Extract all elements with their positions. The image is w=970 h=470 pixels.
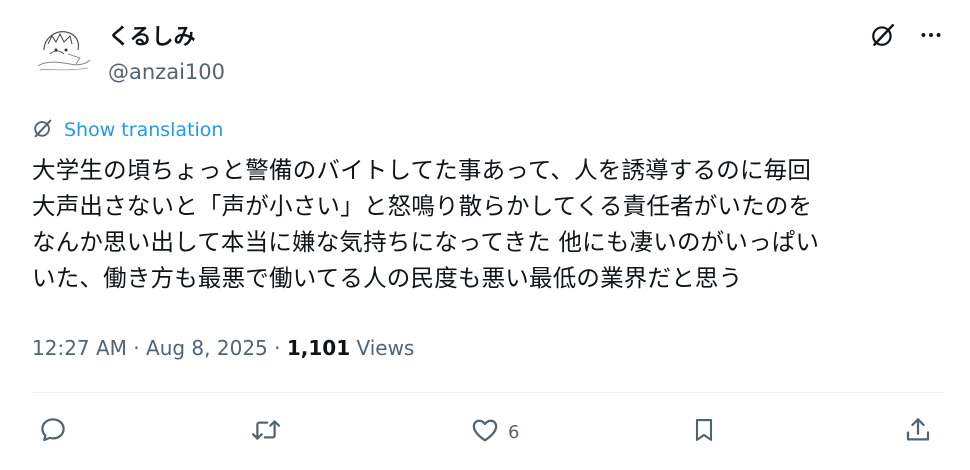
retweet-button[interactable] (250, 410, 282, 454)
bookmark-icon (690, 415, 718, 449)
reply-icon (38, 415, 68, 449)
divider (32, 392, 944, 393)
avatar-illustration (30, 20, 94, 84)
show-translation-link[interactable]: Show translation (32, 117, 223, 143)
tweet-text-line: 大声出さないと「声が小さい」と怒鳴り散らかしてくる責任者がいたのを (32, 192, 813, 220)
tweet-text-line: 大学生の頃ちょっと警備のバイトしてた事あって、人を誘導するのに毎回 (32, 156, 812, 184)
tweet-text-line: なんか思い出して本当に嫌な気持ちになってきた 他にも凄いのがいっぱい (32, 228, 820, 256)
more-icon[interactable] (918, 22, 944, 48)
tweet-meta: 12:27 AM · Aug 8, 2025 · 1,101 Views (32, 334, 414, 362)
tweet-card: くるしみ @anzai100 Show translation 大学生の頃ちょっ… (0, 0, 970, 470)
meta-separator: · (267, 336, 287, 360)
user-handle[interactable]: @anzai100 (108, 58, 225, 86)
bookmark-button[interactable] (690, 410, 718, 454)
action-bar: 6 (0, 410, 970, 454)
tweet-time[interactable]: 12:27 AM (32, 336, 127, 360)
show-translation-label: Show translation (64, 119, 224, 141)
reply-button[interactable] (38, 410, 68, 454)
header-actions (870, 22, 944, 48)
heart-icon (470, 415, 500, 449)
display-name[interactable]: くるしみ (108, 24, 196, 52)
share-button[interactable] (903, 410, 933, 454)
views-count[interactable]: 1,101 (287, 336, 350, 360)
tweet-date[interactable]: Aug 8, 2025 (146, 336, 268, 360)
grok-translate-icon (32, 117, 54, 143)
meta-separator: · (126, 336, 147, 360)
retweet-icon (250, 415, 282, 449)
views-label: Views (350, 336, 415, 360)
tweet-text: 大学生の頃ちょっと警備のバイトしてた事あって、人を誘導するのに毎回 大声出さない… (32, 152, 942, 296)
avatar[interactable] (30, 20, 94, 84)
grok-icon[interactable] (870, 22, 896, 48)
like-count: 6 (508, 421, 520, 443)
share-icon (903, 415, 933, 449)
tweet-text-line: いた、働き方も最悪で働いてる人の民度も悪い最低の業界だと思う (32, 264, 743, 292)
like-button[interactable]: 6 (470, 410, 519, 454)
